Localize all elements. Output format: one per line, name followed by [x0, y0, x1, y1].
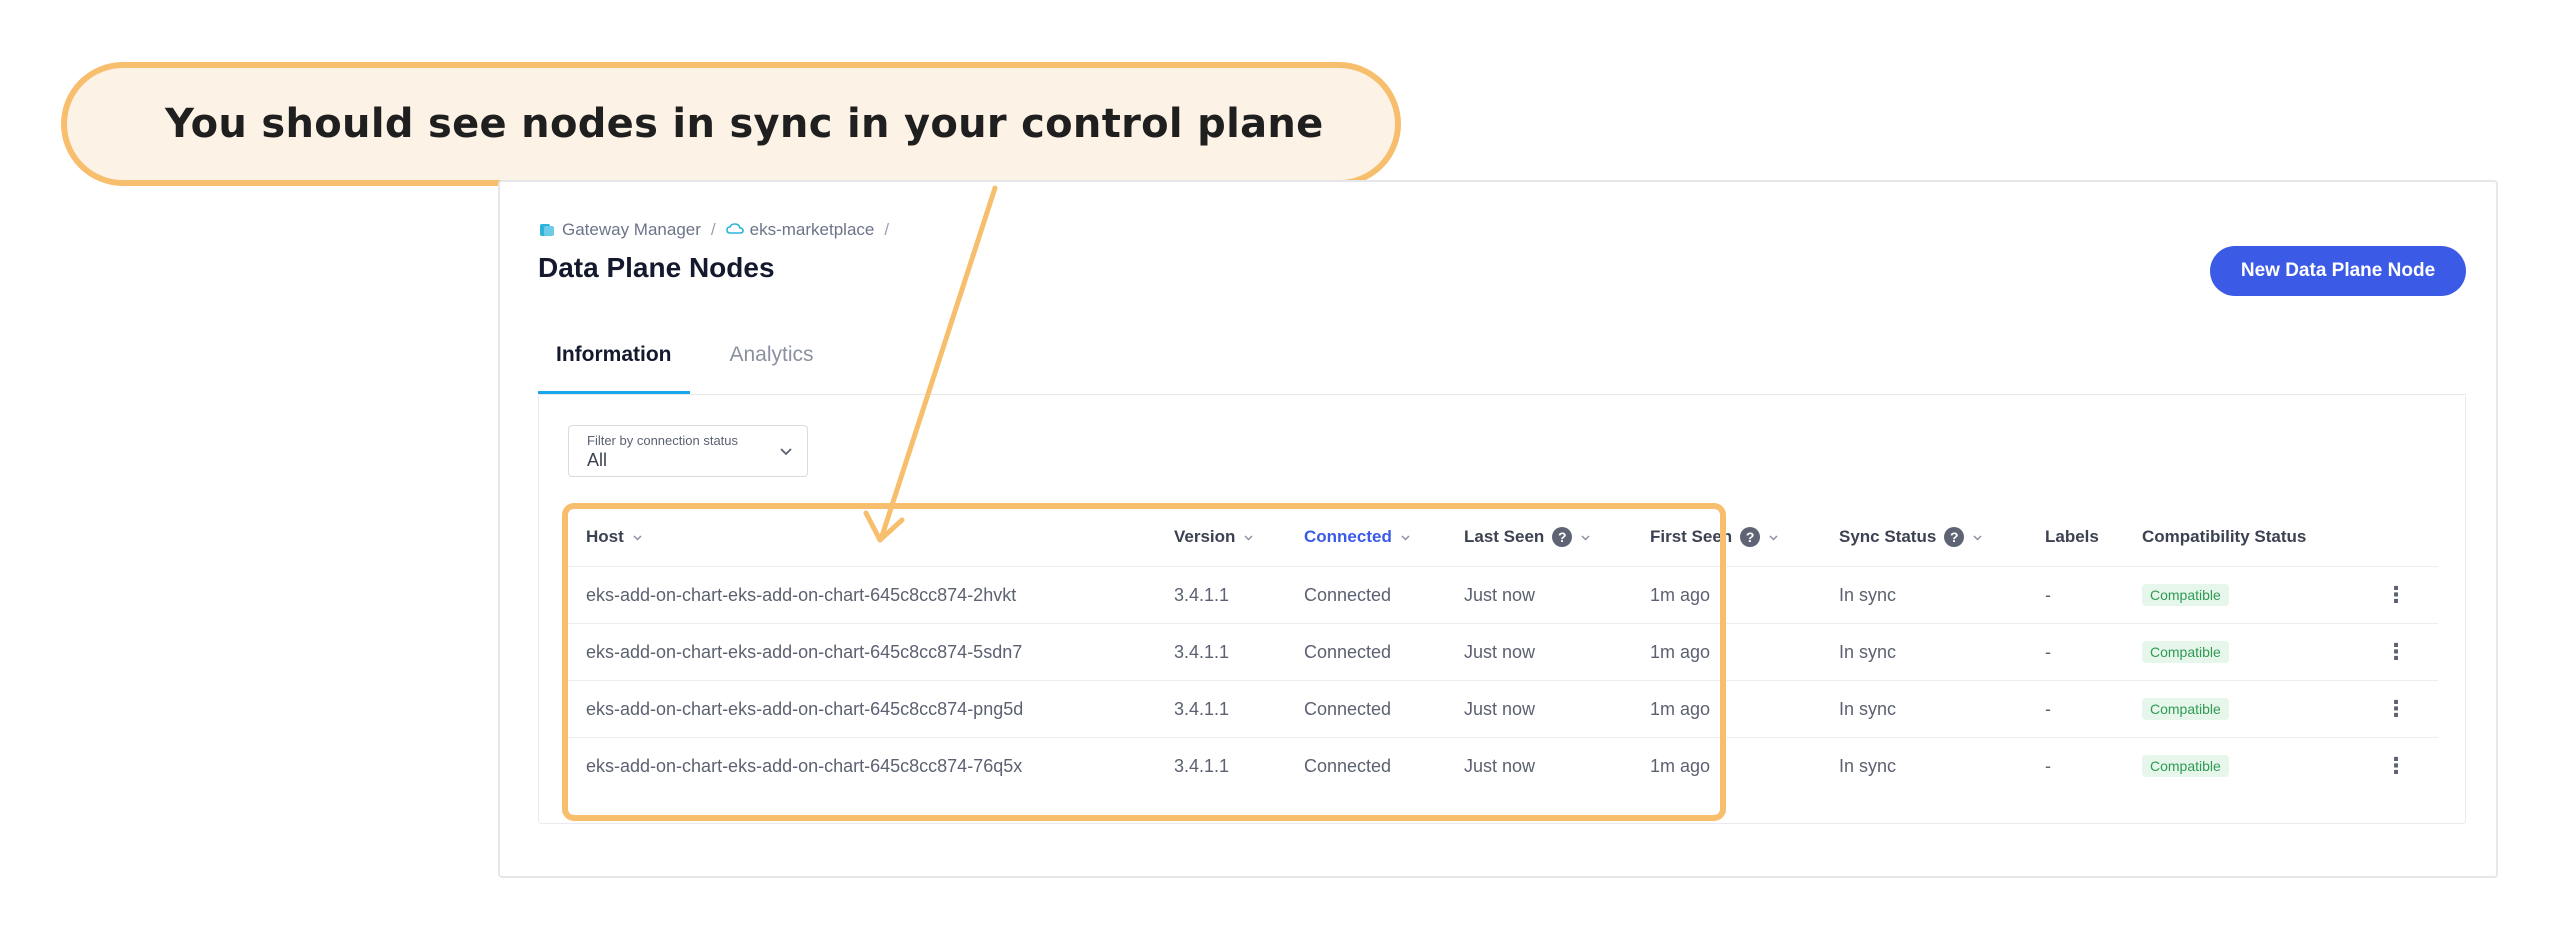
labels-cell: -: [2045, 698, 2051, 719]
host-cell: eks-add-on-chart-eks-add-on-chart-645c8c…: [586, 641, 1023, 662]
table-row[interactable]: eks-add-on-chart-eks-add-on-chart-645c8c…: [568, 737, 2438, 794]
connected-cell: Connected: [1304, 698, 1392, 719]
version-cell: 3.4.1.1: [1174, 641, 1230, 662]
row-actions-menu-icon[interactable]: ⋮: [2385, 681, 2407, 737]
last-seen-cell: Just now: [1464, 584, 1536, 605]
column-header-label: Sync Status: [1839, 527, 1937, 546]
breadcrumb-separator: /: [710, 220, 716, 239]
connected-cell: Connected: [1304, 641, 1392, 662]
host-cell: eks-add-on-chart-eks-add-on-chart-645c8c…: [586, 755, 1023, 776]
sync-status-cell: In sync: [1839, 584, 1897, 605]
version-cell: 3.4.1.1: [1174, 698, 1230, 719]
new-data-plane-node-button[interactable]: New Data Plane Node: [2210, 246, 2466, 296]
nodes-table: Host Version Connected Last Seen ? First…: [568, 508, 2438, 794]
chevron-down-icon: [633, 534, 642, 541]
sync-status-cell: In sync: [1839, 755, 1897, 776]
help-icon[interactable]: ?: [1552, 527, 1573, 547]
row-actions-menu-icon[interactable]: ⋮: [2385, 624, 2407, 680]
first-seen-cell: 1m ago: [1650, 755, 1711, 776]
breadcrumb-separator: /: [884, 220, 890, 239]
filter-label: Filter by connection status: [587, 433, 739, 448]
host-cell: eks-add-on-chart-eks-add-on-chart-645c8c…: [586, 584, 1017, 605]
column-header-label: Version: [1174, 527, 1236, 546]
chevron-down-icon: [1244, 534, 1253, 541]
gateway-manager-icon: [538, 221, 556, 239]
labels-cell: -: [2045, 755, 2051, 776]
labels-cell: -: [2045, 584, 2051, 605]
column-header-last-seen[interactable]: Last Seen ?: [1464, 508, 1591, 566]
tab-analytics[interactable]: Analytics: [712, 335, 832, 395]
chevron-down-icon: [1401, 534, 1410, 541]
tab-information[interactable]: Information: [538, 335, 690, 395]
help-icon[interactable]: ?: [1740, 527, 1761, 547]
table-row[interactable]: eks-add-on-chart-eks-add-on-chart-645c8c…: [568, 680, 2438, 737]
chevron-down-icon: [1973, 534, 1982, 541]
compatibility-cell: Compatible: [2142, 738, 2229, 794]
version-cell: 3.4.1.1: [1174, 755, 1230, 776]
table-header: Host Version Connected Last Seen ? First…: [568, 508, 2438, 566]
callout-text: You should see nodes in sync in your con…: [165, 101, 1324, 147]
compatible-badge: Compatible: [2142, 641, 2229, 663]
column-header-label: Last Seen: [1464, 527, 1545, 546]
column-header-connected[interactable]: Connected: [1304, 508, 1411, 566]
help-icon[interactable]: ?: [1944, 527, 1965, 547]
breadcrumb-link-gateway-manager[interactable]: Gateway Manager: [562, 220, 701, 240]
chevron-down-icon: [1581, 534, 1590, 541]
first-seen-cell: 1m ago: [1650, 584, 1711, 605]
filter-value: All: [587, 450, 608, 470]
first-seen-cell: 1m ago: [1650, 641, 1711, 662]
row-actions-menu-icon[interactable]: ⋮: [2385, 567, 2407, 623]
page-title: Data Plane Nodes: [538, 252, 775, 283]
sync-status-cell: In sync: [1839, 641, 1897, 662]
sync-status-cell: In sync: [1839, 698, 1897, 719]
compatibility-cell: Compatible: [2142, 567, 2229, 623]
compatible-badge: Compatible: [2142, 698, 2229, 720]
breadcrumb: Gateway Manager / eks-marketplace /: [538, 220, 893, 240]
column-header-version[interactable]: Version: [1174, 508, 1254, 566]
instruction-callout: You should see nodes in sync in your con…: [61, 62, 1401, 186]
connected-cell: Connected: [1304, 755, 1392, 776]
column-header-compatibility-status: Compatibility Status: [2142, 527, 2307, 546]
connected-cell: Connected: [1304, 584, 1392, 605]
last-seen-cell: Just now: [1464, 698, 1536, 719]
version-cell: 3.4.1.1: [1174, 584, 1230, 605]
column-header-first-seen[interactable]: First Seen ?: [1650, 508, 1779, 566]
table-row[interactable]: eks-add-on-chart-eks-add-on-chart-645c8c…: [568, 566, 2438, 623]
column-header-host[interactable]: Host: [586, 508, 643, 566]
chevron-down-icon: [1769, 534, 1778, 541]
breadcrumb-link-eks-marketplace[interactable]: eks-marketplace: [750, 220, 875, 240]
compatibility-cell: Compatible: [2142, 624, 2229, 680]
labels-cell: -: [2045, 641, 2051, 662]
table-row[interactable]: eks-add-on-chart-eks-add-on-chart-645c8c…: [568, 623, 2438, 680]
tab-bar: Information Analytics: [538, 335, 832, 395]
compatible-badge: Compatible: [2142, 755, 2229, 777]
column-header-labels: Labels: [2045, 527, 2099, 546]
chevron-down-icon: [780, 448, 792, 456]
column-header-label: Host: [586, 527, 624, 546]
compatible-badge: Compatible: [2142, 584, 2229, 606]
last-seen-cell: Just now: [1464, 755, 1536, 776]
column-header-label: Connected: [1304, 527, 1392, 546]
host-cell: eks-add-on-chart-eks-add-on-chart-645c8c…: [586, 698, 1024, 719]
first-seen-cell: 1m ago: [1650, 698, 1711, 719]
compatibility-cell: Compatible: [2142, 681, 2229, 737]
column-header-label: First Seen: [1650, 527, 1733, 546]
cloud-icon: [725, 221, 744, 239]
tab-divider: [538, 394, 2466, 395]
last-seen-cell: Just now: [1464, 641, 1536, 662]
column-header-sync-status[interactable]: Sync Status ?: [1839, 508, 1983, 566]
row-actions-menu-icon[interactable]: ⋮: [2385, 738, 2407, 794]
connection-status-filter[interactable]: Filter by connection status All: [568, 425, 808, 477]
